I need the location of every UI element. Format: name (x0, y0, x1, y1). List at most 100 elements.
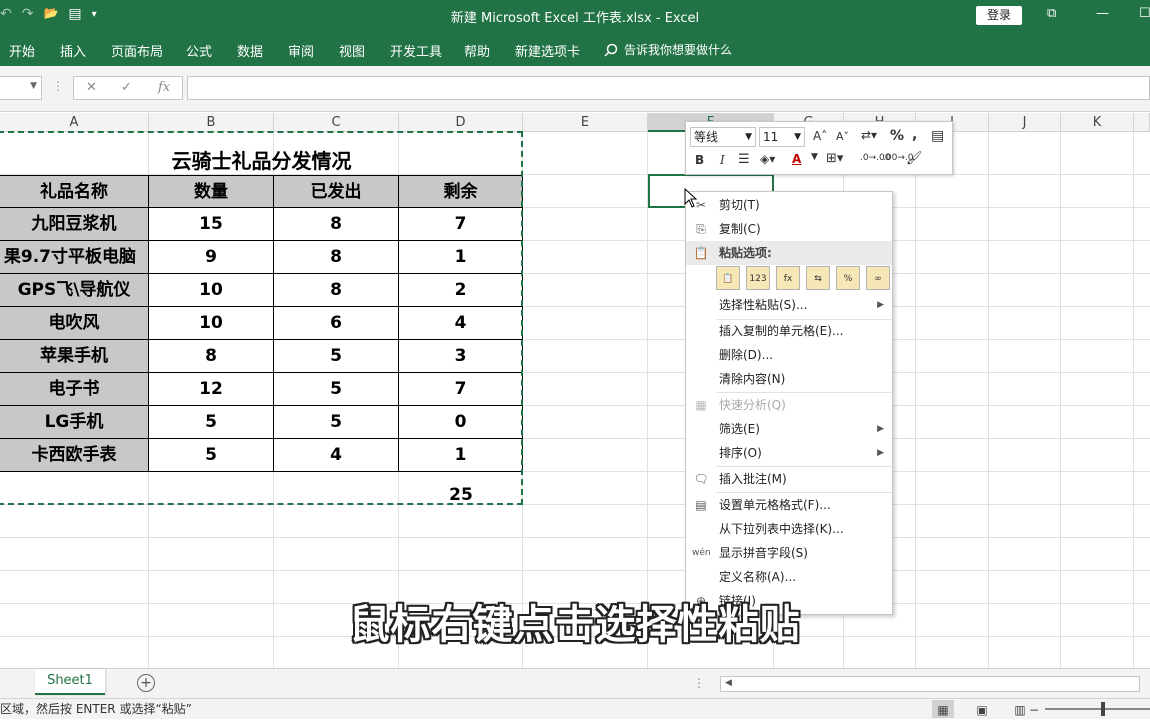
tab-new[interactable]: 新建选项卡 (515, 41, 580, 60)
gift-name-cell[interactable]: GPS飞\导航仪 (0, 274, 149, 307)
normal-view-icon[interactable]: ▦ (932, 700, 954, 718)
gift-name-cell[interactable]: 电子书 (0, 373, 149, 406)
column-header-l[interactable] (1134, 113, 1150, 132)
remaining-cell[interactable]: 7 (399, 373, 523, 406)
paste-transpose-icon[interactable]: ⇆ (806, 266, 830, 290)
quantity-cell[interactable]: 5 (149, 439, 274, 472)
sent-cell[interactable]: 8 (274, 208, 399, 241)
tab-review[interactable]: 审阅 (288, 41, 314, 60)
header-gift-name[interactable]: 礼品名称 (0, 175, 149, 208)
tab-page-layout[interactable]: 页面布局 (111, 41, 163, 60)
tab-home[interactable]: 开始 (9, 41, 35, 60)
font-size-combo[interactable]: 11 ▼ (759, 127, 805, 147)
gift-name-cell[interactable]: 果9.7寸平板电脑 (0, 241, 149, 274)
gift-name-cell[interactable]: 九阳豆浆机 (0, 208, 149, 241)
cancel-icon[interactable]: ✕ (86, 80, 97, 95)
gift-name-cell[interactable]: 电吹风 (0, 307, 149, 340)
header-sent[interactable]: 已发出 (274, 175, 399, 208)
sent-cell[interactable]: 8 (274, 241, 399, 274)
quantity-cell[interactable]: 10 (149, 274, 274, 307)
menu-item-filter[interactable]: 筛选(E) ▶ (686, 417, 892, 441)
menu-item-insert-comment[interactable]: 🗨 插入批注(M) (686, 467, 892, 491)
quantity-cell[interactable]: 12 (149, 373, 274, 406)
horizontal-scrollbar[interactable]: ◀ (720, 676, 1140, 692)
quantity-cell[interactable]: 8 (149, 340, 274, 373)
insert-function-icon[interactable]: fx (158, 80, 170, 95)
menu-item-copy[interactable]: ⎘ 复制(C) (686, 217, 892, 241)
paste-formulas-icon[interactable]: fx (776, 266, 800, 290)
font-name-combo[interactable]: 等线 ▼ (690, 127, 756, 147)
sent-cell[interactable]: 5 (274, 340, 399, 373)
percent-icon[interactable]: % (890, 128, 904, 144)
page-layout-view-icon[interactable]: ▣ (971, 700, 993, 718)
sent-cell[interactable]: 8 (274, 274, 399, 307)
table-title[interactable]: 云骑士礼品分发情况 (0, 145, 523, 174)
quantity-cell[interactable]: 10 (149, 307, 274, 340)
menu-item-cut[interactable]: ✂ 剪切(T) (686, 193, 892, 217)
remaining-cell[interactable]: 7 (399, 208, 523, 241)
menu-item-delete[interactable]: 删除(D)... (686, 343, 892, 367)
remaining-cell[interactable]: 2 (399, 274, 523, 307)
paste-link-icon[interactable]: ∞ (866, 266, 890, 290)
column-header-e[interactable]: E (523, 113, 648, 132)
zoom-slider-knob[interactable] (1101, 702, 1105, 716)
tab-developer[interactable]: 开发工具 (390, 41, 442, 60)
tab-help[interactable]: 帮助 (464, 41, 490, 60)
remaining-cell[interactable]: 1 (399, 241, 523, 274)
sheet-tab-sheet1[interactable]: Sheet1 (35, 669, 105, 695)
tab-splitter[interactable]: ⋮ (693, 676, 705, 690)
column-header-d[interactable]: D (399, 113, 523, 132)
name-box[interactable]: ▼ (0, 76, 42, 100)
ribbon-display-icon[interactable]: ⧉ (1047, 6, 1056, 21)
sent-cell[interactable]: 5 (274, 373, 399, 406)
menu-item-sort[interactable]: 排序(O) ▶ (686, 441, 892, 465)
align-center-icon[interactable]: ☰ (738, 152, 750, 167)
number-format-icon[interactable]: ⇄▾ (861, 128, 877, 142)
menu-item-insert-copied[interactable]: 插入复制的单元格(E)... (686, 319, 892, 343)
borders-icon[interactable]: ⊞▾ (826, 151, 843, 166)
gift-name-cell[interactable]: 苹果手机 (0, 340, 149, 373)
zoom-slider[interactable] (1045, 702, 1150, 716)
font-color-icon[interactable]: A (792, 152, 801, 166)
column-header-a[interactable]: A (0, 113, 149, 132)
tab-insert[interactable]: 插入 (60, 41, 86, 60)
menu-item-format-cells[interactable]: ▤ 设置单元格格式(F)... (686, 493, 892, 517)
paste-values-icon[interactable]: 123 (746, 266, 770, 290)
shrink-font-icon[interactable]: A˅ (836, 130, 849, 143)
header-remaining[interactable]: 剩余 (399, 175, 523, 208)
bold-icon[interactable]: B (695, 153, 704, 167)
remaining-cell[interactable]: 1 (399, 439, 523, 472)
gift-name-cell[interactable]: 卡西欧手表 (0, 439, 149, 472)
format-painter-icon[interactable]: 🖌 (906, 151, 923, 166)
paste-icon[interactable]: 📋 (716, 266, 740, 290)
zoom-out-icon[interactable]: − (1027, 700, 1041, 718)
tab-view[interactable]: 视图 (339, 41, 365, 60)
sent-cell[interactable]: 6 (274, 307, 399, 340)
quantity-cell[interactable]: 5 (149, 406, 274, 439)
chevron-down-icon[interactable]: ▼ (30, 81, 37, 91)
formula-bar-splitter[interactable]: ⋮ (52, 79, 64, 93)
header-quantity[interactable]: 数量 (149, 175, 274, 208)
tab-formulas[interactable]: 公式 (186, 41, 212, 60)
format-table-icon[interactable]: ▤ (931, 128, 944, 144)
remaining-cell[interactable]: 0 (399, 406, 523, 439)
chevron-down-icon[interactable]: ▼ (811, 152, 818, 162)
fill-color-icon[interactable]: ◈▾ (760, 152, 775, 166)
minimize-button[interactable]: — (1096, 6, 1109, 21)
enter-icon[interactable]: ✓ (121, 80, 132, 95)
menu-item-clear[interactable]: 清除内容(N) (686, 367, 892, 391)
remaining-cell[interactable]: 3 (399, 340, 523, 373)
column-header-k[interactable]: K (1061, 113, 1134, 132)
remaining-cell[interactable]: 4 (399, 307, 523, 340)
sent-cell[interactable]: 4 (274, 439, 399, 472)
add-sheet-button[interactable]: + (137, 674, 155, 692)
column-header-j[interactable]: J (989, 113, 1061, 132)
quantity-cell[interactable]: 15 (149, 208, 274, 241)
gift-name-cell[interactable]: LG手机 (0, 406, 149, 439)
menu-item-pick-list[interactable]: 从下拉列表中选择(K)... (686, 517, 892, 541)
sent-cell[interactable]: 5 (274, 406, 399, 439)
quantity-cell[interactable]: 9 (149, 241, 274, 274)
login-button[interactable]: 登录 (976, 6, 1022, 25)
tab-data[interactable]: 数据 (237, 41, 263, 60)
maximize-button[interactable]: ☐ (1139, 6, 1150, 21)
